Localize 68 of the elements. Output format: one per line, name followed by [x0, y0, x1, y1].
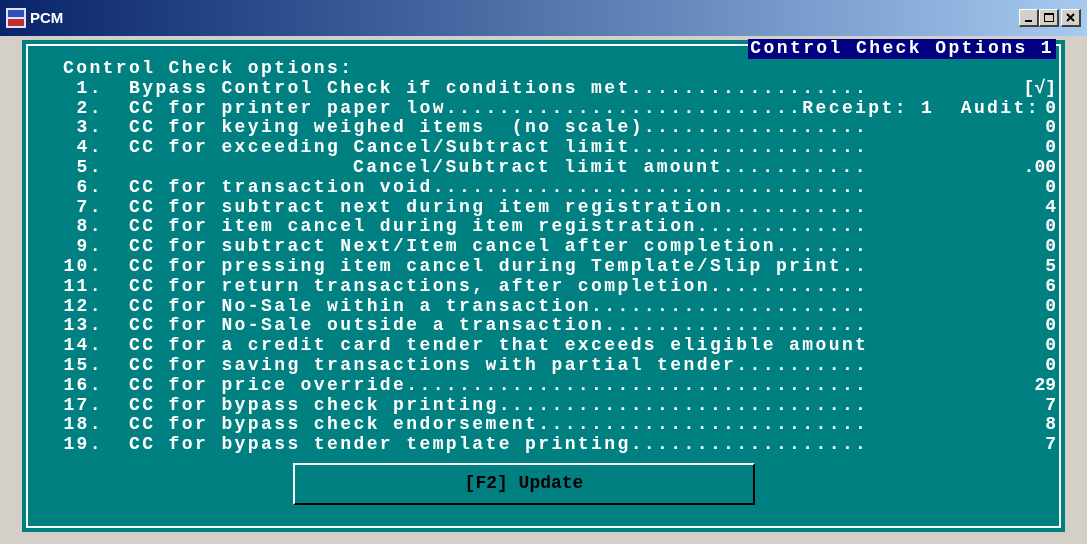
item-number: 13.: [63, 316, 103, 337]
option-value: 7: [1045, 395, 1056, 416]
close-button[interactable]: [1061, 9, 1081, 27]
option-value: 0: [1045, 237, 1056, 257]
item-number: 2.: [75, 98, 103, 119]
option-label: CC for printer paper low...........................Receipt: 1 Audit:: [129, 98, 1040, 119]
maximize-button[interactable]: [1039, 9, 1059, 27]
option-value: 0: [1045, 296, 1056, 317]
app-icon: [6, 8, 26, 28]
option-label: CC for subtract next during item registration...........: [129, 197, 869, 218]
option-value: 5: [1045, 256, 1056, 277]
minimize-icon: [1025, 19, 1032, 22]
option-label: CC for bypass tender template printing..................: [129, 435, 869, 455]
option-label: CC for pressing item cancel during Template/Slip print..: [129, 256, 869, 277]
item-number: 17.: [63, 395, 103, 416]
option-value: 0: [1045, 138, 1056, 158]
item-number: 5.: [75, 158, 103, 178]
close-icon: [1066, 13, 1075, 22]
item-number: 18.: [63, 415, 103, 436]
item-number: 16.: [63, 375, 103, 396]
option-value: 0: [1045, 316, 1056, 337]
option-value: 0: [1045, 336, 1056, 356]
item-number: 11.: [63, 276, 103, 297]
option-value: 0: [1045, 118, 1056, 139]
option-value: 29: [1034, 375, 1056, 396]
item-number: 6.: [75, 177, 103, 198]
maximize-icon: [1043, 13, 1054, 22]
minimize-button[interactable]: [1019, 9, 1039, 27]
option-label: CC for exceeding Cancel/Subtract limit..................: [129, 138, 869, 158]
option-value: 0: [1045, 177, 1056, 198]
option-label: CC for return transactions, after completion............: [129, 276, 869, 297]
option-value: [√]: [1023, 78, 1056, 99]
option-label: CC for keying weighed items (no scale).................: [129, 118, 869, 139]
option-label: CC for bypass check printing............................: [129, 395, 869, 416]
option-label: CC for subtract Next/Item cancel after completion.......: [129, 237, 869, 257]
item-number: 8.: [75, 217, 103, 238]
option-value: 8: [1045, 415, 1056, 436]
option-label: CC for item cancel during item registration.............: [129, 217, 869, 238]
item-number: 15.: [63, 355, 103, 376]
panel-title: Control Check Options 1: [748, 39, 1056, 59]
option-label: CC for price override...................................: [129, 375, 869, 396]
option-value: .00: [1023, 158, 1056, 178]
option-label: CC for No-Sale outside a transaction....................: [129, 316, 869, 337]
item-number: 12.: [63, 296, 103, 317]
option-value: 7: [1045, 435, 1056, 455]
option-label: CC for bypass check endorsement.........................: [129, 415, 869, 436]
option-value: 0: [1045, 355, 1056, 376]
option-value: 0: [1045, 217, 1056, 238]
item-number: 9.: [75, 237, 103, 257]
window-title: PCM: [30, 7, 64, 28]
option-value: 6: [1045, 276, 1056, 297]
option-label: Cancel/Subtract limit amount...........: [352, 158, 868, 178]
item-number: 4.: [75, 138, 103, 158]
option-label: Bypass Control Check if conditions met..................: [129, 78, 869, 99]
option-value: 0: [1045, 98, 1056, 119]
item-number: 3.: [75, 118, 103, 139]
item-number: 1.: [75, 78, 103, 99]
option-label: CC for No-Sale within a transaction.....................: [129, 296, 869, 317]
item-number: 14.: [63, 336, 103, 356]
section-heading: Control Check options:: [63, 59, 355, 79]
update-button[interactable]: [F2] Update: [293, 462, 755, 505]
item-number: 10.: [63, 256, 103, 277]
item-number: 7.: [75, 197, 103, 218]
option-value: 4: [1045, 197, 1056, 218]
item-number: 19.: [63, 435, 103, 455]
option-label: CC for transaction void.................................: [129, 177, 869, 198]
option-label: CC for a credit card tender that exceeds eligible amount: [129, 336, 869, 356]
option-label: CC for saving transactions with partial tender..........: [129, 355, 869, 376]
